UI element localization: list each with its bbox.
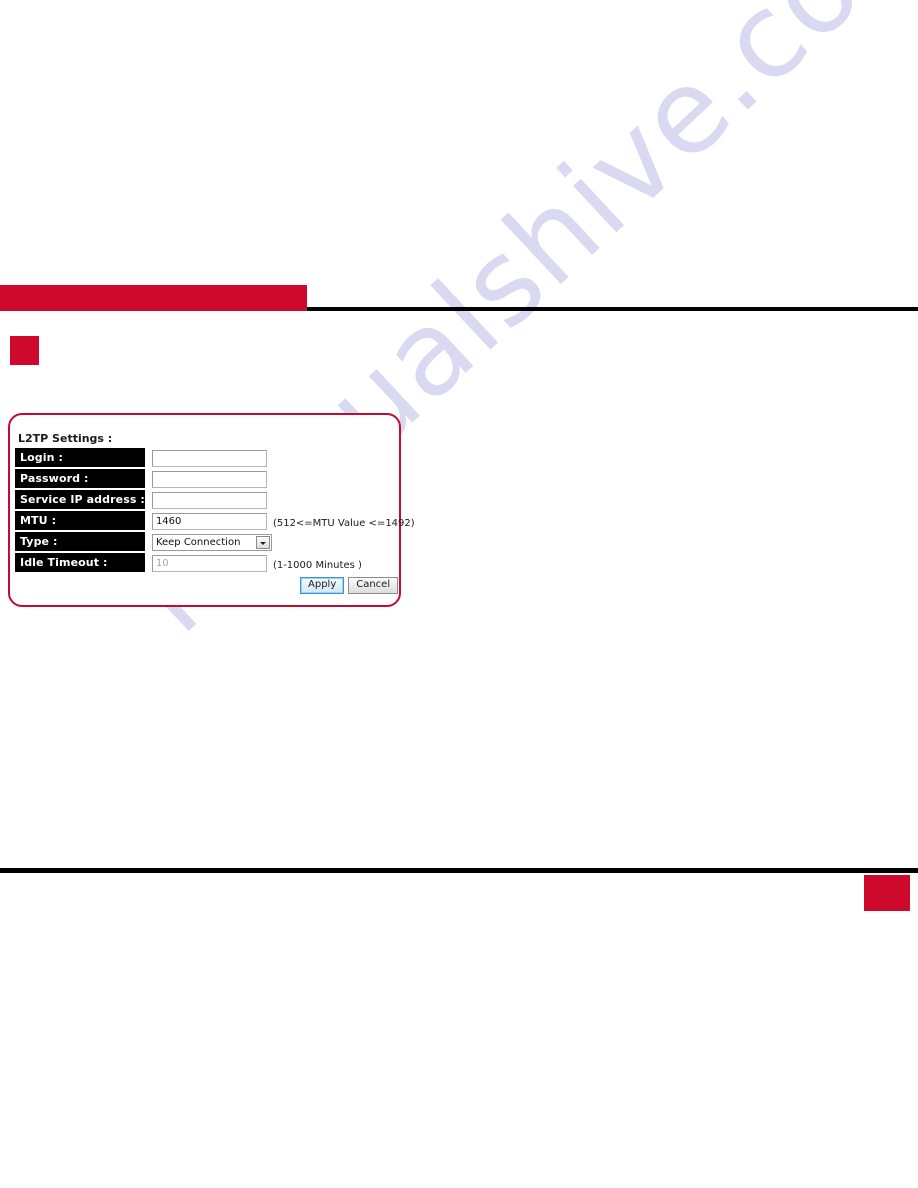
label-idle-timeout: Idle Timeout : bbox=[15, 553, 145, 572]
document-page: manualshive.com L2TP Settings : Login : … bbox=[0, 0, 918, 1188]
table-row: Idle Timeout : (1-1000 Minutes ) bbox=[15, 553, 415, 572]
service-ip-address-input[interactable] bbox=[151, 492, 267, 509]
header-red-band bbox=[0, 285, 307, 311]
table-row: Login : bbox=[15, 448, 415, 467]
apply-button[interactable]: Apply bbox=[300, 577, 345, 594]
label-login: Login : bbox=[15, 448, 145, 467]
section-marker-square bbox=[10, 336, 39, 365]
login-input[interactable] bbox=[151, 450, 267, 467]
label-password: Password : bbox=[15, 469, 145, 488]
value-login bbox=[145, 448, 415, 467]
value-type: Keep Connection bbox=[145, 532, 415, 551]
footer-black-rule bbox=[0, 868, 918, 873]
idle-timeout-input[interactable] bbox=[151, 555, 267, 572]
cancel-button[interactable]: Cancel bbox=[348, 577, 399, 594]
header-black-rule bbox=[307, 307, 918, 311]
value-password bbox=[145, 469, 415, 488]
label-service-ip-address: Service IP address : bbox=[15, 490, 145, 509]
mtu-input[interactable] bbox=[151, 513, 267, 530]
mtu-hint: (512<=MTU Value <=1492) bbox=[272, 518, 415, 529]
password-input[interactable] bbox=[151, 471, 267, 488]
panel-title: L2TP Settings : bbox=[18, 432, 113, 445]
value-service-ip-address bbox=[145, 490, 415, 509]
value-idle-timeout: (1-1000 Minutes ) bbox=[145, 553, 415, 572]
l2tp-settings-form: Login : Password : Service IP address : bbox=[15, 446, 415, 574]
label-mtu: MTU : bbox=[15, 511, 145, 530]
value-mtu: (512<=MTU Value <=1492) bbox=[145, 511, 415, 530]
table-row: Service IP address : bbox=[15, 490, 415, 509]
label-type: Type : bbox=[15, 532, 145, 551]
type-select[interactable]: Keep Connection bbox=[151, 534, 272, 551]
type-select-value: Keep Connection bbox=[155, 537, 241, 548]
l2tp-settings-panel: L2TP Settings : Login : Password : Servi… bbox=[8, 413, 415, 607]
form-actions: Apply Cancel bbox=[300, 572, 399, 594]
idle-timeout-hint: (1-1000 Minutes ) bbox=[272, 560, 362, 571]
table-row: Password : bbox=[15, 469, 415, 488]
table-row: Type : Keep Connection bbox=[15, 532, 415, 551]
table-row: MTU : (512<=MTU Value <=1492) bbox=[15, 511, 415, 530]
chevron-down-icon[interactable] bbox=[255, 536, 270, 549]
footer-page-badge bbox=[864, 875, 910, 911]
